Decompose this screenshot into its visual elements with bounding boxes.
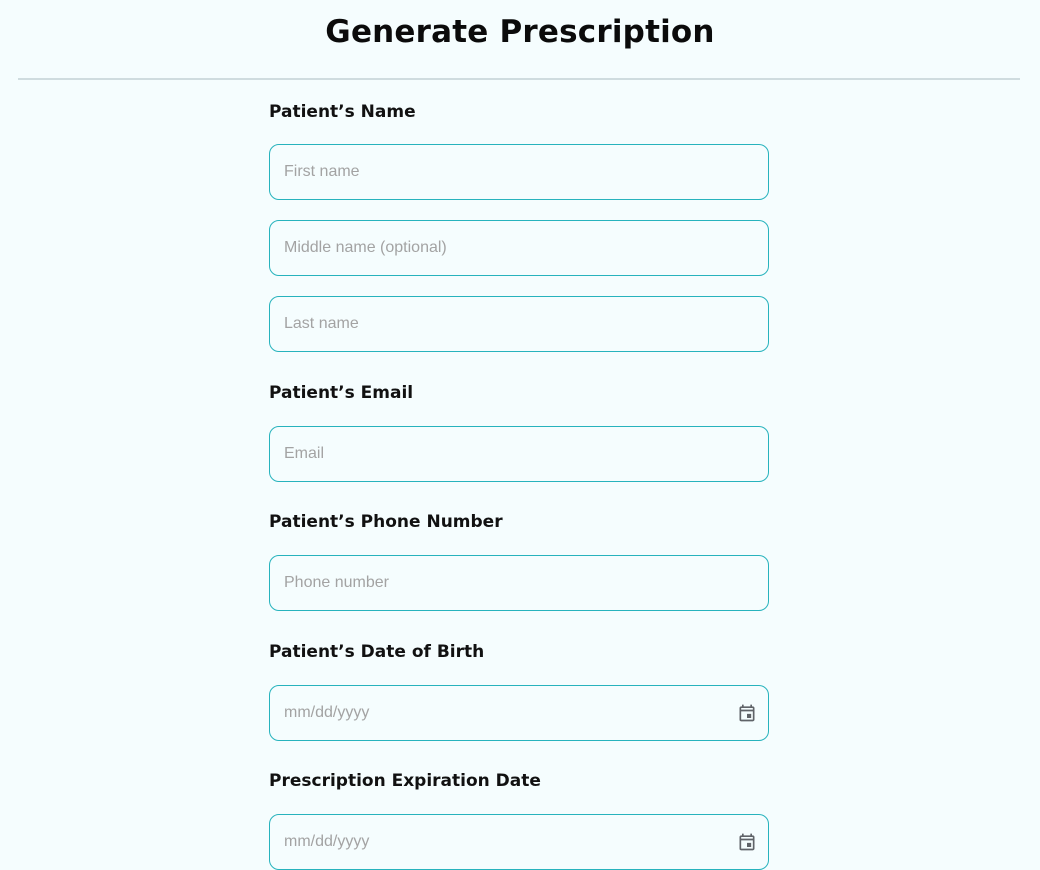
- patient-name-label: Patient’s Name: [269, 102, 416, 122]
- middle-name-field[interactable]: [269, 220, 769, 276]
- dob-date-field[interactable]: mm/dd/yyyy: [269, 685, 769, 741]
- first-name-input[interactable]: [270, 145, 768, 199]
- email-field[interactable]: [269, 426, 769, 482]
- last-name-field[interactable]: [269, 296, 769, 352]
- calendar-icon[interactable]: [737, 832, 757, 852]
- last-name-input[interactable]: [270, 297, 768, 351]
- patient-dob-label: Patient’s Date of Birth: [269, 642, 485, 662]
- dob-date-placeholder[interactable]: mm/dd/yyyy: [284, 686, 369, 740]
- first-name-field[interactable]: [269, 144, 769, 200]
- page-title: Generate Prescription: [325, 14, 715, 50]
- patient-phone-label: Patient’s Phone Number: [269, 512, 503, 532]
- calendar-icon[interactable]: [737, 703, 757, 723]
- phone-field[interactable]: [269, 555, 769, 611]
- expiration-date-field[interactable]: mm/dd/yyyy: [269, 814, 769, 870]
- middle-name-input[interactable]: [270, 221, 768, 275]
- expiration-date-placeholder[interactable]: mm/dd/yyyy: [284, 815, 369, 869]
- header-divider: [18, 78, 1020, 80]
- patient-email-label: Patient’s Email: [269, 383, 414, 403]
- email-input[interactable]: [270, 427, 768, 481]
- expiration-date-label: Prescription Expiration Date: [269, 771, 541, 791]
- phone-input[interactable]: [270, 556, 768, 610]
